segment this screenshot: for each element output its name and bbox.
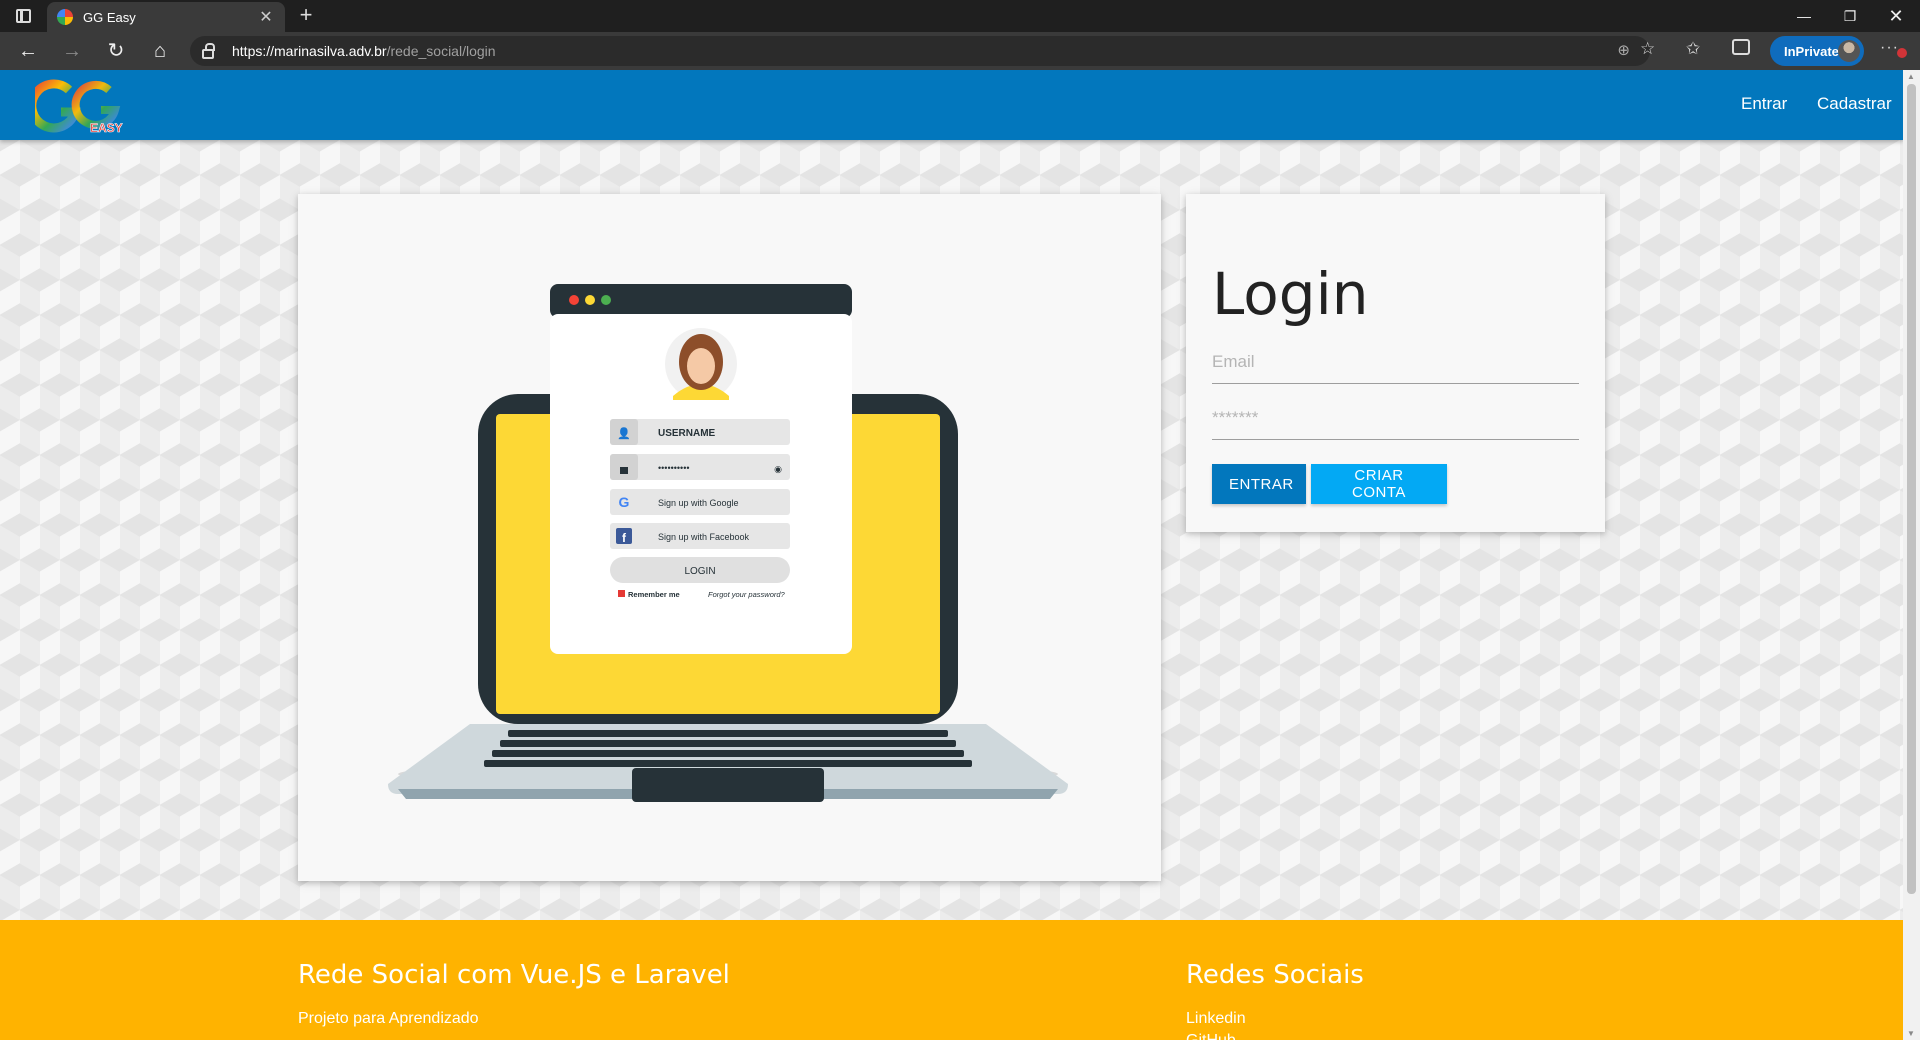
illus-google: Sign up with Google [658,498,739,508]
profile-avatar [1838,40,1860,62]
browser-toolbar: ← → ↻ ⌂ https://marinasilva.adv.br/rede_… [0,32,1920,70]
scroll-down-icon[interactable]: ▼ [1907,1029,1915,1038]
footer-link-linkedin[interactable]: Linkedin [1186,1010,1246,1028]
footer-title-social: Redes Sociais [1186,960,1364,990]
gg-easy-logo[interactable]: EASY [35,76,135,136]
nav-link-entrar[interactable]: Entrar [1741,94,1787,114]
window-minimize-button[interactable]: — [1781,0,1827,32]
criar-conta-button[interactable]: CRIAR CONTA [1311,464,1447,504]
address-bar[interactable]: https://marinasilva.adv.br/rede_social/l… [190,36,1650,66]
new-tab-button[interactable]: + [294,4,318,28]
browser-tab-active[interactable]: GG Easy ✕ [47,2,285,32]
forward-arrow-icon[interactable]: → [58,39,86,63]
site-navbar: EASY Entrar Cadastrar [0,70,1903,140]
login-card: Login ENTRAR CRIAR CONTA [1186,194,1605,532]
inprivate-button[interactable]: InPrivate [1770,36,1864,66]
inprivate-label: InPrivate [1784,43,1839,59]
footer-description: Projeto para Aprendizado [298,1010,479,1027]
page-viewport: EASY Entrar Cadastrar 👤 USERNAME •••••••… [0,70,1903,1040]
back-arrow-icon[interactable]: ← [14,39,42,63]
nav-link-cadastrar[interactable]: Cadastrar [1817,94,1892,114]
tab-actions-icon[interactable] [12,6,34,26]
scroll-up-icon[interactable]: ▲ [1907,72,1915,81]
entrar-button[interactable]: ENTRAR [1212,464,1306,504]
footer-title-project: Rede Social com Vue.JS e Laravel [298,960,730,990]
tab-close-icon[interactable]: ✕ [257,7,275,27]
footer-link-github[interactable]: GitHub [1186,1032,1236,1040]
window-close-button[interactable]: ✕ [1873,0,1919,32]
illus-remember: Remember me [628,590,680,599]
browser-tab-bar: GG Easy ✕ + — ❐ ✕ [0,0,1920,32]
page-scrollbar[interactable]: ▲ ▼ [1903,70,1920,1040]
tab-favicon-icon [57,9,73,25]
illustration-card: 👤 USERNAME •••••••••• ◉ G Sign up with G… [298,194,1161,881]
url-host: https://marinasilva.adv.br [232,43,387,59]
password-input[interactable] [1212,396,1579,440]
reload-icon[interactable]: ↻ [102,39,130,63]
add-favorite-icon[interactable]: ☆ [1640,39,1655,59]
illus-password: •••••••••• [658,463,690,473]
user-icon: 👤 [617,427,631,440]
url-path: /rede_social/login [386,43,496,59]
zoom-icon[interactable]: ⊕ [1617,41,1630,59]
favorites-icon[interactable]: ✩ [1686,39,1700,59]
collections-icon[interactable] [1732,39,1750,55]
lock-icon[interactable] [202,42,215,59]
illus-facebook: Sign up with Facebook [658,532,750,542]
illus-forgot: Forgot your password? [708,590,786,599]
scrollbar-thumb[interactable] [1907,84,1916,894]
laptop-login-illustration: 👤 USERNAME •••••••••• ◉ G Sign up with G… [388,284,1068,802]
illus-username: USERNAME [658,428,716,439]
eye-icon: ◉ [774,464,782,474]
google-icon: G [619,494,630,510]
window-restore-button[interactable]: ❐ [1827,0,1873,32]
home-icon[interactable]: ⌂ [146,39,174,63]
tab-title: GG Easy [83,9,136,25]
settings-more-button[interactable]: ··· [1880,39,1907,58]
illus-login: LOGIN [684,566,715,577]
site-footer: Rede Social com Vue.JS e Laravel Projeto… [0,920,1903,1040]
logo-sub-text: EASY [90,121,123,135]
login-title: Login [1212,260,1369,328]
email-input[interactable] [1212,340,1579,384]
notification-dot [1896,48,1907,58]
